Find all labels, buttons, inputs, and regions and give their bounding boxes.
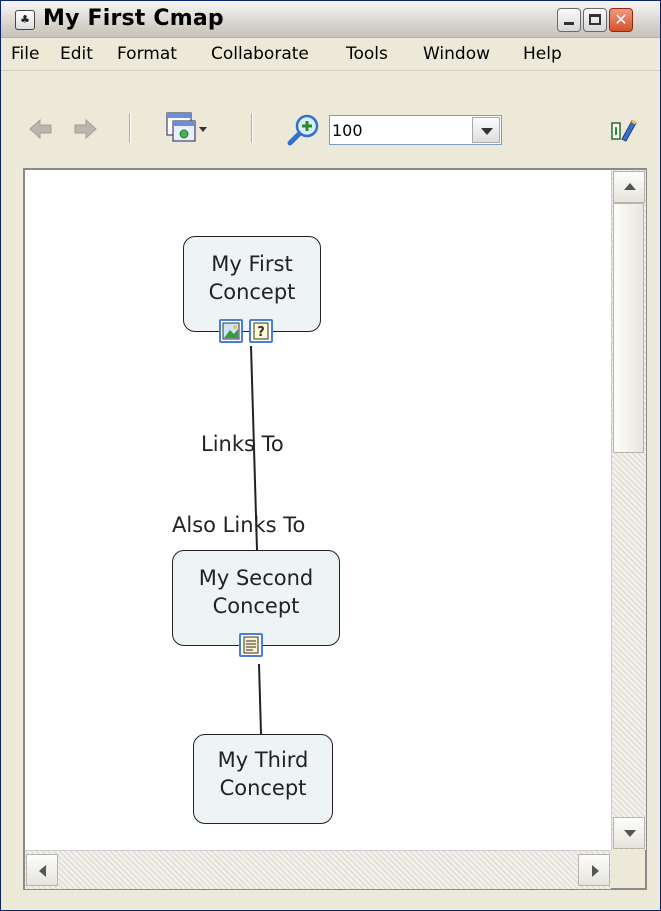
concept-label-line1: My Third (217, 748, 309, 772)
zoom-value[interactable]: 100 (332, 121, 363, 140)
toolbar-separator (129, 113, 130, 143)
menu-edit[interactable]: Edit (60, 44, 93, 64)
toolbar: 100 (1, 71, 660, 167)
image-resource-icon[interactable] (219, 319, 243, 343)
minimize-icon (564, 22, 574, 25)
zoom-in-icon[interactable] (287, 113, 321, 147)
menu-collaborate[interactable]: Collaborate (211, 44, 309, 64)
minimize-button[interactable] (557, 8, 581, 32)
document-resource-icon[interactable] (239, 633, 263, 657)
concept-label-line1: My First (211, 252, 293, 276)
concept-node-third[interactable]: My Third Concept (193, 734, 333, 824)
zoom-dropdown-button[interactable] (472, 117, 500, 143)
cmap-window: ♣ My First Cmap ✕ File Edit Format Colla… (0, 0, 661, 911)
concept-label-line1: My Second (198, 566, 314, 590)
zoom-level-combo[interactable]: 100 (329, 115, 502, 145)
menu-window[interactable]: Window (423, 44, 490, 64)
cmap-app-icon[interactable]: ♣ (15, 10, 35, 30)
vertical-scroll-thumb[interactable] (613, 203, 644, 453)
back-arrow-icon[interactable] (27, 116, 55, 142)
concept-label-line2: Concept (212, 594, 300, 618)
svg-text:?: ? (257, 325, 265, 340)
scroll-down-button[interactable] (613, 817, 645, 849)
forward-arrow-icon[interactable] (71, 116, 99, 142)
chevron-right-icon (592, 865, 599, 877)
help-resource-icon[interactable]: ? (249, 319, 273, 343)
scroll-up-button[interactable] (613, 171, 645, 203)
cmap-canvas-frame: My First Concept ? Links To Also Links T… (23, 168, 647, 890)
close-button[interactable]: ✕ (609, 8, 633, 32)
concept-label-line2: Concept (208, 280, 296, 304)
title-bar[interactable]: ♣ My First Cmap ✕ (1, 1, 660, 38)
vertical-scrollbar[interactable] (611, 170, 646, 850)
horizontal-scrollbar[interactable] (25, 850, 611, 889)
menu-bar: File Edit Format Collaborate Tools Windo… (1, 38, 660, 71)
concept-label-line2: Concept (219, 776, 307, 800)
menu-tools[interactable]: Tools (346, 44, 388, 64)
toolbar-separator (251, 113, 252, 143)
cmap-canvas[interactable]: My First Concept ? Links To Also Links T… (25, 170, 611, 849)
menu-file[interactable]: File (11, 44, 39, 64)
concept-node-second[interactable]: My Second Concept (172, 550, 340, 646)
scroll-left-button[interactable] (26, 854, 58, 886)
linking-phrase-also-links-to[interactable]: Also Links To (172, 513, 305, 537)
scrollbar-corner (611, 850, 645, 888)
chevron-down-icon (481, 128, 493, 135)
linking-phrase-links-to[interactable]: Links To (201, 432, 284, 456)
chevron-left-icon (39, 865, 46, 877)
maximize-button[interactable] (583, 8, 607, 32)
link-line-2[interactable] (258, 663, 262, 735)
concept-node-first[interactable]: My First Concept (183, 236, 321, 332)
maximize-icon (589, 14, 601, 25)
chevron-down-icon (624, 830, 636, 837)
chevron-up-icon (624, 183, 636, 190)
layout-dropdown-icon[interactable] (163, 110, 211, 146)
close-icon: ✕ (614, 10, 628, 29)
menu-format[interactable]: Format (117, 44, 177, 64)
menu-help[interactable]: Help (523, 44, 562, 64)
scroll-right-button[interactable] (578, 854, 610, 886)
styles-palette-icon[interactable] (610, 117, 638, 143)
window-title: My First Cmap (43, 6, 224, 31)
